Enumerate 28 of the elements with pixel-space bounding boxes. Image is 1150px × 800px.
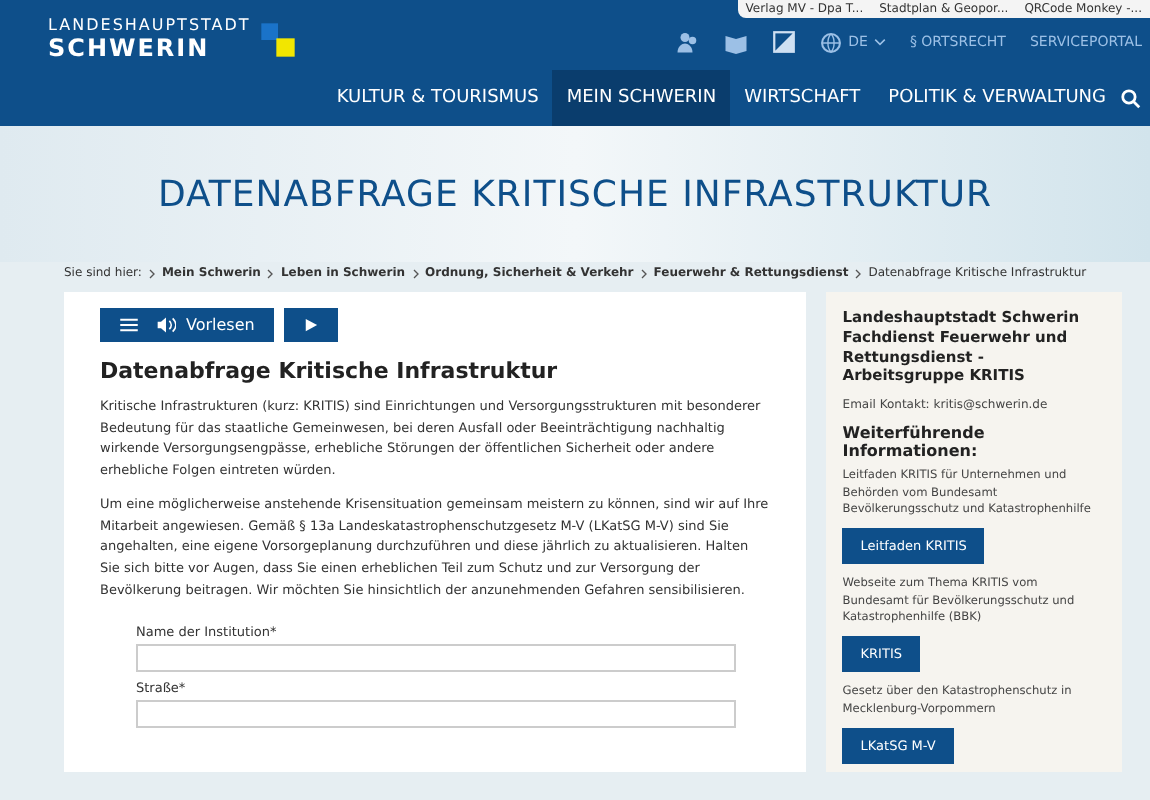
logo-text: SCHWERIN: [48, 34, 212, 62]
chevron-icon: [854, 267, 863, 279]
input-field[interactable]: [136, 644, 736, 673]
speaker-icon: [156, 316, 176, 334]
nav-tab[interactable]: WIRTSCHAFT: [730, 70, 875, 126]
read-aloud-button[interactable]: Vorlesen: [100, 308, 275, 342]
caret-icon: [873, 38, 886, 46]
contrast-icon[interactable]: [772, 30, 797, 54]
play-icon: [304, 318, 319, 332]
globe-icon: [820, 31, 843, 53]
people-icon[interactable]: [676, 30, 701, 54]
squares-logo-icon: [258, 19, 299, 59]
logo-text: LANDESHAUPTSTADT: [48, 16, 251, 34]
nav-tab[interactable]: KULTUR & TOURISMUS: [322, 70, 553, 126]
play-button[interactable]: [284, 308, 339, 342]
page-title: DATENABFRAGE KRITISCHE INFRASTRUKTUR: [157, 173, 993, 215]
book-icon[interactable]: [724, 30, 749, 54]
menu-icon: [120, 318, 138, 332]
chevron-icon: [266, 267, 275, 279]
chevron-icon: [411, 267, 420, 279]
search-icon[interactable]: [1120, 87, 1142, 109]
chevron-icon: [147, 267, 156, 279]
chevron-icon: [639, 267, 648, 279]
nav-tab[interactable]: POLITIK & VERWALTUNG: [874, 70, 1120, 126]
sidebar-heading: Weiterführende Informationen:: [842, 424, 987, 460]
nav-tab[interactable]: MEIN SCHWERIN: [552, 70, 731, 126]
input-field[interactable]: [136, 700, 736, 729]
article-heading: Datenabfrage Kritische Infrastruktur: [100, 358, 560, 384]
